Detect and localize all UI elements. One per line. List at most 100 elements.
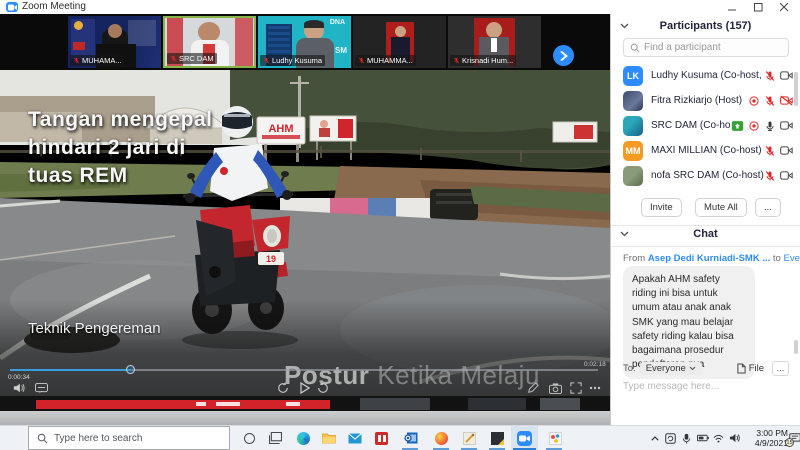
zoom-app-icon (6, 2, 18, 12)
mail-app-icon[interactable] (342, 426, 368, 450)
skip-forward-icon[interactable] (316, 381, 330, 395)
taskbar-search-input[interactable] (54, 433, 204, 444)
chat-message-header: From Asep Dedi Kurniadi-SMK ... to Every… (623, 253, 800, 264)
participant-name: Fitra Rizkiarjo (Host) (651, 95, 748, 106)
outlook-icon[interactable] (398, 426, 424, 450)
edge-browser-icon[interactable] (290, 426, 316, 450)
participant-video-name: MUHAMA... (82, 56, 122, 65)
participant-row[interactable]: LK Ludhy Kusuma (Co-host, me) (611, 63, 800, 88)
video-on-icon (780, 145, 793, 156)
search-icon (630, 43, 640, 53)
tray-battery-icon[interactable] (695, 426, 710, 450)
cortana-icon[interactable] (236, 426, 262, 450)
avatar: MM (623, 141, 643, 161)
participant-video-4[interactable]: MUHAMMA... (353, 16, 446, 68)
pen-app-icon[interactable] (456, 426, 482, 450)
skip-back-icon[interactable] (276, 381, 290, 395)
participant-name: SRC DAM (Co-host) (651, 120, 731, 131)
participant-video-name: MUHAMMA... (367, 56, 413, 65)
participant-video-name: Krisnadi Hum... (462, 56, 513, 65)
close-button[interactable] (779, 2, 790, 13)
screen-share-icon (731, 120, 744, 132)
meeting-side-panel: Participants (157) LK Ludhy Kusuma (Co-h… (610, 0, 800, 425)
invite-button[interactable]: Invite (641, 198, 682, 217)
notes-app-icon[interactable] (484, 426, 510, 450)
participants-title: Participants (157) (611, 20, 800, 32)
chat-title: Chat (611, 228, 800, 240)
chat-from-label: From (623, 253, 645, 264)
task-view-icon[interactable] (262, 426, 288, 450)
video-duration: 0:02:18 (584, 361, 606, 368)
subtitles-icon[interactable] (34, 381, 48, 395)
fullscreen-icon[interactable] (569, 381, 583, 395)
video-progress-knob[interactable] (126, 365, 135, 374)
chat-recipient-value: Everyone (646, 363, 686, 374)
taskbar-clock[interactable]: 3:00 PM 4/9/2021 (742, 428, 788, 448)
next-page-arrow-button[interactable] (553, 45, 574, 66)
participant-row[interactable]: nofa SRC DAM (Co-host) (611, 163, 800, 188)
frame-light-strip (0, 411, 610, 425)
participant-search-input[interactable] (644, 42, 774, 53)
minimize-button[interactable] (727, 2, 738, 13)
chat-to-connector: to (773, 253, 781, 264)
tray-network-icon[interactable] (711, 426, 726, 450)
clock-time: 3:00 PM (742, 428, 788, 438)
thumbnail-bg-text-dna: DNA (330, 19, 345, 26)
chat-scrollbar[interactable] (794, 340, 798, 354)
more-options-icon[interactable] (588, 381, 602, 395)
recording-icon (748, 120, 760, 132)
chat-sender[interactable]: Asep Dedi Kurniadi-SMK ... (648, 253, 770, 264)
participants-more-button[interactable]: ... (755, 198, 781, 217)
mic-muted-icon (764, 170, 776, 182)
red-app-icon[interactable] (368, 426, 394, 450)
maximize-button[interactable] (753, 2, 764, 13)
participant-row[interactable]: SRC DAM (Co-host) (611, 113, 800, 138)
zoom-taskbar-icon[interactable] (511, 426, 538, 450)
avatar: LK (623, 66, 643, 86)
video-overlay-text: Tangan mengepal hindari 2 jari di tuas R… (28, 106, 212, 190)
mic-muted-icon (764, 70, 776, 82)
video-on-icon (780, 170, 793, 181)
annotate-pencil-icon[interactable] (526, 381, 540, 395)
chat-recipient[interactable]: Everyone: (784, 253, 800, 264)
tray-chevron-up-icon[interactable] (648, 426, 662, 450)
chat-file-button[interactable]: File (737, 363, 764, 374)
tray-microphone-icon[interactable] (679, 426, 694, 450)
window-titlebar: Zoom Meeting (0, 0, 800, 14)
overlay-line-2: hindari 2 jari di (28, 134, 212, 162)
chat-message-input[interactable] (623, 381, 783, 392)
chat-file-label: File (749, 363, 764, 374)
recording-icon (748, 95, 760, 107)
ahm-billboard-text: AHM (268, 123, 293, 135)
participant-row[interactable]: MM MAXI MILLIAN (Co-host) (611, 138, 800, 163)
chat-more-button[interactable]: ... (772, 361, 789, 376)
participant-video-1[interactable]: MUHAMA... (68, 16, 161, 68)
search-icon (37, 433, 48, 444)
participant-video-2-active-speaker[interactable]: SRC DAM (163, 16, 256, 68)
screen: Zoom Meeting MUHAMA... SRC DAM (0, 0, 800, 450)
thumbnail-bg-text-sm: SM (335, 46, 347, 55)
participants-scrollbar[interactable] (794, 72, 798, 106)
paint-app-icon[interactable] (542, 426, 568, 450)
window-title: Zoom Meeting (22, 1, 86, 12)
mute-all-button[interactable]: Mute All (695, 198, 747, 217)
volume-icon[interactable] (12, 381, 26, 395)
play-icon[interactable] (298, 381, 312, 395)
tray-sync-icon[interactable] (663, 426, 678, 450)
tray-volume-icon[interactable] (727, 426, 742, 450)
participant-video-5[interactable]: Krisnadi Hum... (448, 16, 541, 68)
overlay-line-1: Tangan mengepal (28, 106, 212, 134)
participant-name: MAXI MILLIAN (Co-host) (651, 145, 764, 156)
participant-row[interactable]: Fitra Rizkiarjo (Host) (611, 88, 800, 113)
participant-video-3[interactable]: DNA SM Ludhy Kusuma (258, 16, 351, 68)
notification-center-icon[interactable]: 15 (789, 431, 800, 449)
firefox-icon[interactable] (428, 426, 454, 450)
camera-icon[interactable] (548, 381, 562, 395)
taskbar-search-box[interactable] (28, 426, 230, 450)
video-current-time: 0:00:34 (8, 374, 30, 381)
video-thumbnail-strip: MUHAMA... SRC DAM DNA SM Ludhy Kusuma MU… (0, 14, 610, 70)
participant-search-box[interactable] (623, 38, 789, 57)
file-explorer-icon[interactable] (316, 426, 342, 450)
chat-recipient-dropdown[interactable]: Everyone (640, 362, 702, 375)
clock-date: 4/9/2021 (742, 438, 788, 448)
